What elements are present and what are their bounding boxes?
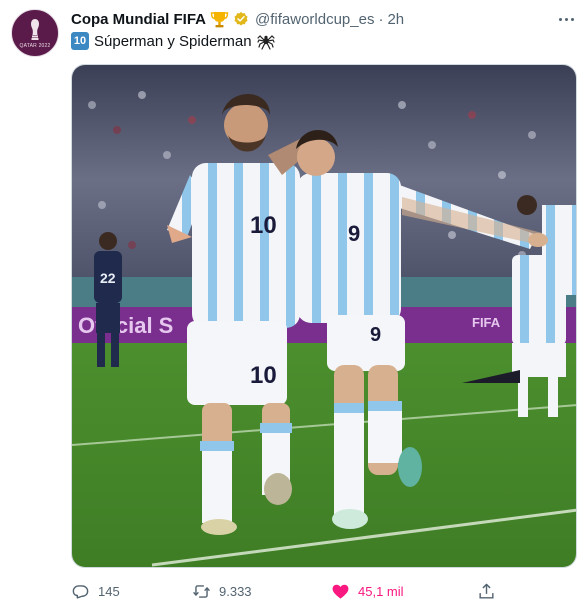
tweet-text-body: Súperman y Spiderman xyxy=(94,32,252,50)
jersey-number: 22 xyxy=(100,270,116,286)
jersey-number: 9 xyxy=(348,221,360,246)
world-cup-trophy-icon xyxy=(31,18,39,40)
display-name[interactable]: Copa Mundial FIFA xyxy=(71,11,206,28)
verified-badge-icon xyxy=(234,12,248,26)
share-icon xyxy=(479,583,494,599)
jersey-number: 10 xyxy=(250,212,277,239)
reply-icon xyxy=(72,584,89,599)
banner-text-right: FIFA xyxy=(472,315,501,330)
like-count: 45,1 mil xyxy=(358,583,404,599)
banner-text: Official S xyxy=(78,313,173,338)
tweet-image[interactable]: Official S FIFA 22 10 10 9 9 xyxy=(71,64,577,568)
like-button[interactable]: 45,1 mil xyxy=(331,579,404,603)
tweet-text: 10 Súperman y Spiderman xyxy=(71,31,275,51)
heart-icon xyxy=(332,584,349,599)
timestamp[interactable]: 2h xyxy=(387,11,404,28)
tweet-card[interactable]: QATAR 2022 Copa Mundial FIFA @fifaworldc… xyxy=(0,0,585,605)
separator-dot: · xyxy=(378,10,384,28)
tweet-actions: 145 9.333 45,1 mil xyxy=(71,579,577,603)
trophy-icon xyxy=(210,12,229,28)
retweet-count: 9.333 xyxy=(219,583,252,599)
user-handle[interactable]: @fifaworldcup_es xyxy=(255,11,374,28)
tweet-header: Copa Mundial FIFA @fifaworldcup_es · 2h xyxy=(71,9,404,29)
more-options-icon[interactable] xyxy=(555,9,577,29)
retweet-button[interactable]: 9.333 xyxy=(192,579,252,603)
keycap-ten-icon: 10 xyxy=(71,32,89,50)
jersey-number: 10 xyxy=(250,362,277,389)
spider-icon xyxy=(256,35,275,50)
reply-button[interactable]: 145 xyxy=(71,579,120,603)
jersey-number: 9 xyxy=(370,324,381,346)
retweet-icon xyxy=(193,584,210,598)
reply-count: 145 xyxy=(98,583,120,599)
avatar-caption: QATAR 2022 xyxy=(19,42,51,49)
avatar[interactable]: QATAR 2022 xyxy=(11,9,59,57)
share-button[interactable] xyxy=(477,579,496,603)
